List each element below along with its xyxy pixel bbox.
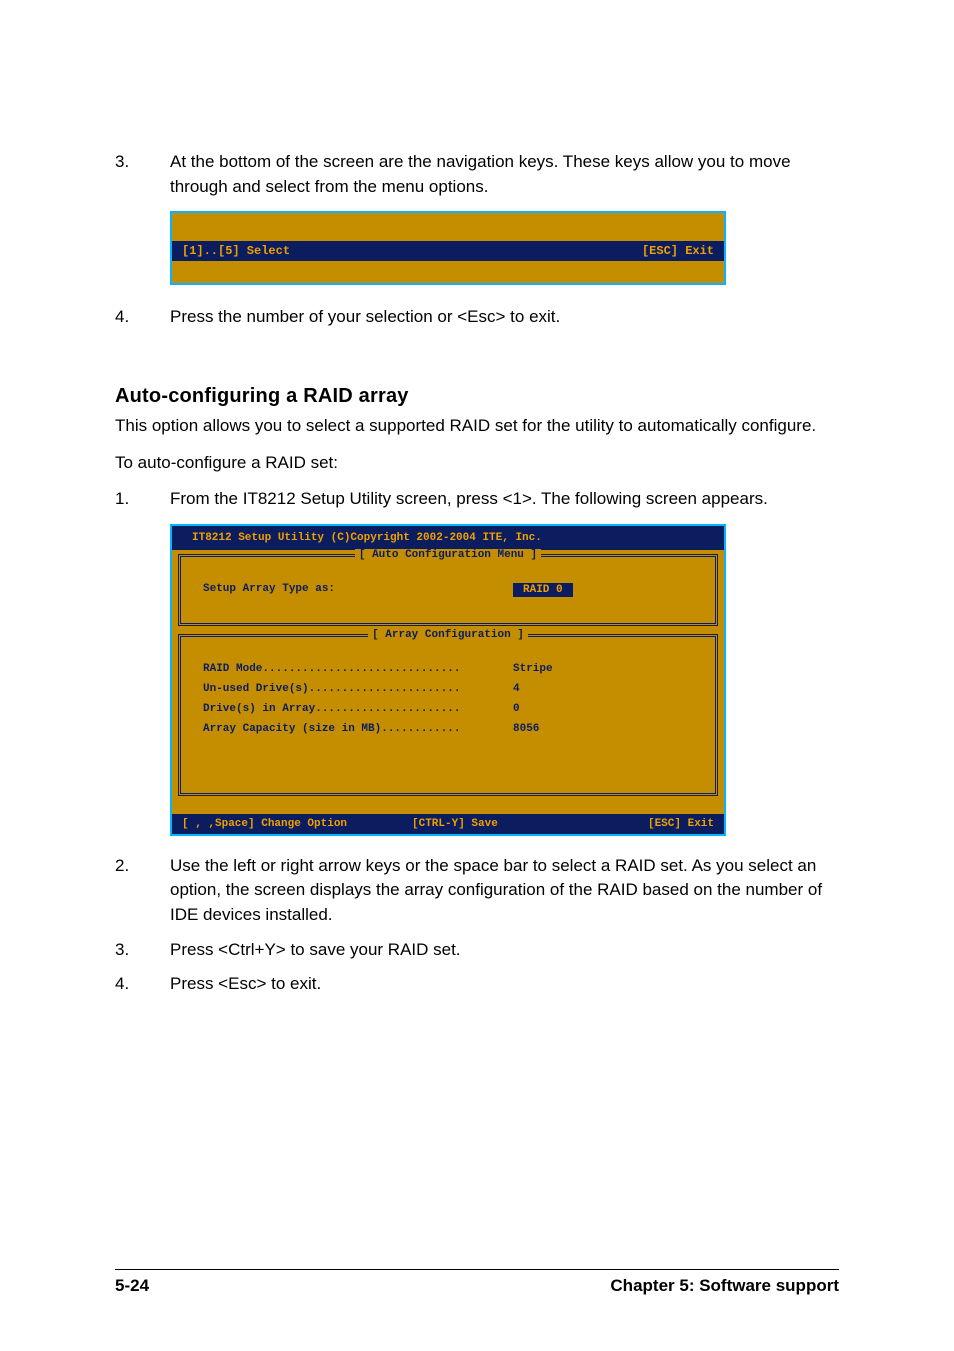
row-value: Stripe [513,663,553,675]
hint-change-option: [ , ,Space] Change Option [182,818,412,830]
paragraph: This option allows you to select a suppo… [115,414,839,439]
hint-save: [CTRL-Y] Save [412,818,614,830]
autocfg-step-2: 2. Use the left or right arrow keys or t… [115,854,839,928]
page-footer: 5-24 Chapter 5: Software support [115,1269,839,1296]
step-number: 4. [115,305,170,330]
row-value: RAID 0 [513,583,573,597]
autocfg-step-4: 4. Press <Esc> to exit. [115,972,839,997]
row-label: Drive(s) in Array...................... [203,703,513,715]
hint-exit: [ESC] Exit [642,244,714,258]
step-text: Press <Ctrl+Y> to save your RAID set. [170,938,839,963]
footer-rule [115,1269,839,1270]
page-number: 5-24 [115,1276,149,1296]
step-number: 1. [115,487,170,512]
array-config-panel: [ Array Configuration ] RAID Mode.......… [178,634,718,796]
termbar-bottom-stripe [172,261,724,283]
termbar-hint-row: [1]..[5] Select [ESC] Exit [172,241,724,261]
config-row: Array Capacity (size in MB)............ … [203,723,693,735]
config-row: Drive(s) in Array...................... … [203,703,693,715]
nav-keys-screenshot: [1]..[5] Select [ESC] Exit [170,211,726,285]
panel-legend: [ Auto Configuration Menu ] [181,549,715,561]
step-number: 4. [115,972,170,997]
setup-array-type-row: Setup Array Type as: RAID 0 [203,583,693,597]
setup-utility-screenshot: IT8212 Setup Utility (C)Copyright 2002-2… [170,524,726,836]
row-label: Un-used Drive(s)....................... [203,683,513,695]
config-row: Un-used Drive(s)....................... … [203,683,693,695]
panel-legend: [ Array Configuration ] [181,629,715,641]
hint-exit: [ESC] Exit [614,818,714,830]
utility-body: [ Auto Configuration Menu ] Setup Array … [172,550,724,814]
hint-select: [1]..[5] Select [182,244,290,258]
config-row: RAID Mode.............................. … [203,663,693,675]
termbar-top-stripe [172,213,724,241]
autocfg-step-1: 1. From the IT8212 Setup Utility screen,… [115,487,839,512]
row-value: 8056 [513,723,539,735]
row-value: 0 [513,703,520,715]
step-4: 4. Press the number of your selection or… [115,305,839,330]
step-number: 3. [115,938,170,963]
document-page: 3. At the bottom of the screen are the n… [0,0,954,1351]
section-heading: Auto-configuring a RAID array [115,385,839,408]
utility-title: IT8212 Setup Utility (C)Copyright 2002-2… [172,526,724,550]
row-label: Setup Array Type as: [203,583,513,597]
paragraph: To auto-configure a RAID set: [115,451,839,476]
row-label: Array Capacity (size in MB)............ [203,723,513,735]
step-text: At the bottom of the screen are the navi… [170,150,839,199]
step-text: From the IT8212 Setup Utility screen, pr… [170,487,839,512]
step-number: 2. [115,854,170,928]
selected-raid-type[interactable]: RAID 0 [513,583,573,597]
autocfg-step-3: 3. Press <Ctrl+Y> to save your RAID set. [115,938,839,963]
step-3: 3. At the bottom of the screen are the n… [115,150,839,199]
step-text: Use the left or right arrow keys or the … [170,854,839,928]
auto-config-panel: [ Auto Configuration Menu ] Setup Array … [178,554,718,626]
step-text: Press <Esc> to exit. [170,972,839,997]
row-value: 4 [513,683,520,695]
chapter-title: Chapter 5: Software support [610,1276,839,1296]
utility-footer: [ , ,Space] Change Option [CTRL-Y] Save … [172,814,724,834]
step-text: Press the number of your selection or <E… [170,305,839,330]
step-number: 3. [115,150,170,199]
row-label: RAID Mode.............................. [203,663,513,675]
